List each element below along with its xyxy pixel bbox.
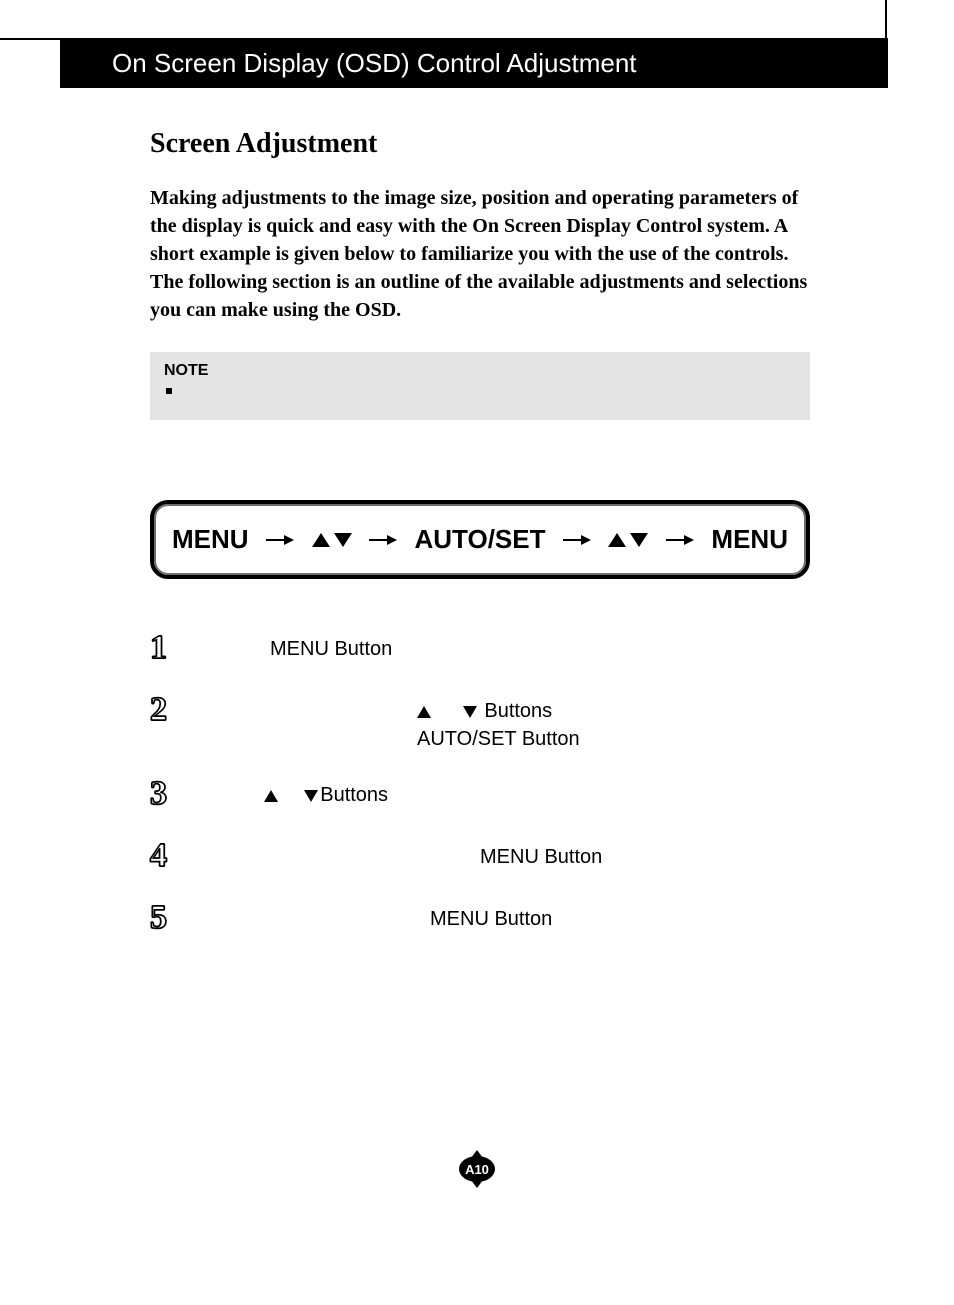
triangle-down-icon [304,790,318,802]
flow-menu-2: MENU [711,524,788,555]
arrow-right-icon [369,534,397,546]
page-header-title: On Screen Display (OSD) Control Adjustme… [112,48,637,79]
page-header: On Screen Display (OSD) Control Adjustme… [60,38,888,88]
top-crop-mark-right [885,0,887,38]
top-crop-rule [0,38,60,40]
triangle-up-icon [264,790,278,802]
triangle-down-icon [334,533,352,547]
step-number: 2 [150,691,190,729]
step-3: 3 Buttons [150,775,810,815]
section-title: Screen Adjustment [150,128,810,160]
up-down-group-1 [312,533,352,547]
note-bullet-icon [166,388,172,394]
triangle-down-icon [630,533,648,547]
note-label: NOTE [164,362,796,380]
triangle-up-icon [312,533,330,547]
step-3-text: Buttons [320,784,388,806]
step-number: 1 [150,629,190,667]
step-4-text: MENU Button [480,846,602,868]
arrow-right-icon [266,534,294,546]
arrow-right-icon [563,534,591,546]
step-5-text: MENU Button [430,908,552,930]
step-1-text: MENU Button [270,638,392,660]
flow-diagram: MENU AUTO/SET MENU [150,500,810,579]
intro-paragraph: Making adjustments to the image size, po… [150,184,810,324]
step-4: 4 MENU Button [150,837,810,877]
note-box: NOTE [150,352,810,420]
step-number: 5 [150,899,190,937]
steps-list: 1 MENU Button 2 Buttons AUTO/SET Button [150,629,810,939]
triangle-down-icon [463,706,477,718]
step-2: 2 Buttons AUTO/SET Button [150,691,810,753]
flow-autoset: AUTO/SET [415,524,546,555]
flow-menu-1: MENU [172,524,249,555]
step-1: 1 MENU Button [150,629,810,669]
arrow-right-icon [666,534,694,546]
triangle-up-icon [417,706,431,718]
step-number: 4 [150,837,190,875]
step-2-line1: Buttons [484,700,552,722]
up-down-group-2 [608,533,648,547]
page-number: A10 [465,1162,489,1177]
step-2-line2: AUTO/SET Button [417,728,580,750]
step-number: 3 [150,775,190,813]
page-number-badge: A10 [459,1151,495,1187]
step-5: 5 MENU Button [150,899,810,939]
triangle-up-icon [608,533,626,547]
